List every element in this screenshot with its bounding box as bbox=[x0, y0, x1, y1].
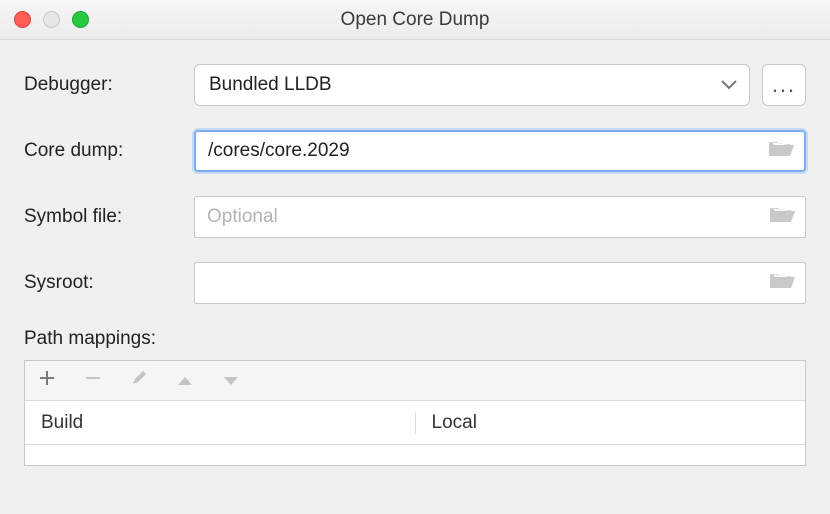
mappings-toolbar bbox=[25, 361, 805, 401]
triangle-up-icon bbox=[177, 370, 193, 392]
debugger-select-value: Bundled LLDB bbox=[209, 74, 332, 96]
column-local[interactable]: Local bbox=[415, 412, 806, 434]
move-down-button[interactable] bbox=[219, 369, 243, 393]
core-dump-value: /cores/core.2029 bbox=[208, 140, 792, 162]
plus-icon bbox=[39, 370, 55, 392]
add-mapping-button[interactable] bbox=[35, 369, 59, 393]
folder-open-icon[interactable] bbox=[769, 204, 795, 230]
path-mappings-panel: Build Local bbox=[24, 360, 806, 466]
dialog-body: Debugger: Bundled LLDB ... Core dump: /c… bbox=[0, 40, 830, 466]
ellipsis-icon: ... bbox=[772, 72, 796, 98]
chevron-down-icon bbox=[721, 74, 737, 96]
label-debugger: Debugger: bbox=[24, 74, 194, 96]
debugger-select[interactable]: Bundled LLDB bbox=[194, 64, 750, 106]
sysroot-input[interactable] bbox=[194, 262, 806, 304]
row-debugger: Debugger: Bundled LLDB ... bbox=[24, 64, 806, 106]
triangle-down-icon bbox=[223, 370, 239, 392]
row-core-dump: Core dump: /cores/core.2029 bbox=[24, 130, 806, 172]
edit-mapping-button[interactable] bbox=[127, 369, 151, 393]
symbol-file-placeholder: Optional bbox=[207, 206, 793, 228]
mappings-header: Build Local bbox=[25, 401, 805, 445]
column-build[interactable]: Build bbox=[25, 412, 415, 434]
row-symbol-file: Symbol file: Optional bbox=[24, 196, 806, 238]
folder-open-icon[interactable] bbox=[768, 138, 794, 164]
folder-open-icon[interactable] bbox=[769, 270, 795, 296]
titlebar: Open Core Dump bbox=[0, 0, 830, 40]
mappings-body bbox=[25, 445, 805, 465]
label-core-dump: Core dump: bbox=[24, 140, 194, 162]
debugger-more-button[interactable]: ... bbox=[762, 64, 806, 106]
remove-mapping-button[interactable] bbox=[81, 369, 105, 393]
pencil-icon bbox=[131, 370, 147, 392]
core-dump-input[interactable]: /cores/core.2029 bbox=[194, 130, 806, 172]
label-path-mappings: Path mappings: bbox=[24, 328, 806, 350]
row-sysroot: Sysroot: bbox=[24, 262, 806, 304]
minus-icon bbox=[85, 370, 101, 392]
symbol-file-input[interactable]: Optional bbox=[194, 196, 806, 238]
move-up-button[interactable] bbox=[173, 369, 197, 393]
window-title: Open Core Dump bbox=[0, 9, 830, 31]
label-symbol-file: Symbol file: bbox=[24, 206, 194, 228]
label-sysroot: Sysroot: bbox=[24, 272, 194, 294]
